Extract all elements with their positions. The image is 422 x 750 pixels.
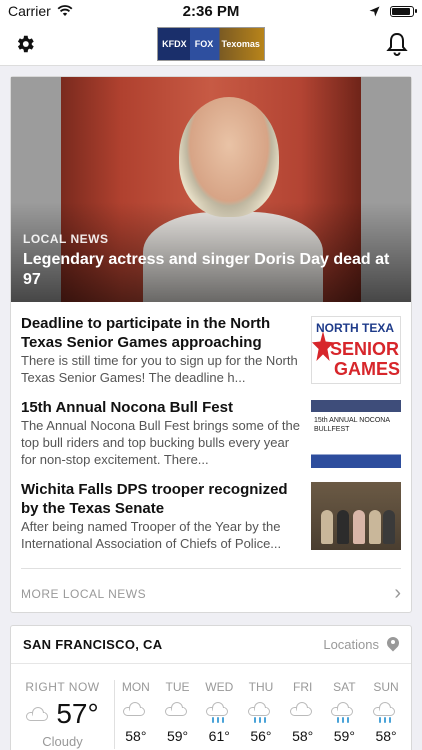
- status-bar: Carrier 2:36 PM: [0, 0, 422, 22]
- local-news-card: LOCAL NEWS Legendary actress and singer …: [10, 76, 412, 613]
- forecast-day: TUE 59°: [158, 680, 198, 749]
- station-logo[interactable]: KFDX FOX Texomas: [157, 26, 265, 61]
- gear-icon[interactable]: [14, 33, 36, 55]
- more-local-news-label: MORE LOCAL NEWS: [21, 586, 147, 601]
- wifi-icon: [57, 5, 73, 16]
- story-thumbnail: 15th ANNUAL NOCONA BULLFEST: [311, 400, 401, 468]
- day-temp: 59°: [166, 728, 189, 744]
- locations-button[interactable]: Locations: [323, 637, 399, 653]
- thumb-text: 15th ANNUAL NOCONA BULLFEST: [314, 417, 390, 433]
- rain-icon: [373, 702, 399, 723]
- locations-label: Locations: [323, 637, 379, 652]
- rain-icon: [206, 702, 232, 723]
- chevron-right-icon: ›: [394, 582, 401, 604]
- location-arrow-icon: [369, 6, 380, 16]
- thumb-text: NORTH TEXA: [316, 321, 394, 335]
- story-title: 15th Annual Nocona Bull Fest: [21, 399, 233, 416]
- forecast-day: SAT 59°: [324, 680, 364, 749]
- day-name: TUE: [165, 680, 190, 694]
- day-temp: 58°: [292, 728, 314, 744]
- story-item[interactable]: 15th Annual Nocona Bull Fest The Annual …: [11, 398, 411, 468]
- cloud-icon: [164, 702, 189, 716]
- story-thumbnail: [311, 482, 401, 550]
- main-content: LOCAL NEWS Legendary actress and singer …: [0, 66, 422, 750]
- day-name: THU: [248, 680, 274, 694]
- day-temp: 59°: [333, 728, 355, 744]
- battery-icon: [390, 5, 417, 17]
- day-temp: 58°: [375, 728, 397, 744]
- story-title: Wichita Falls DPS trooper recognized by …: [21, 481, 288, 517]
- forecast-day: FRI 58°: [283, 680, 323, 749]
- day-name: SUN: [373, 680, 399, 694]
- logo-part: FOX: [194, 38, 214, 49]
- forecast-day: WED 61°: [199, 680, 239, 749]
- forecast-day: THU 56°: [241, 680, 281, 749]
- story-item[interactable]: Deadline to participate in the North Tex…: [11, 314, 411, 386]
- day-name: SAT: [333, 680, 356, 694]
- story-item[interactable]: Wichita Falls DPS trooper recognized by …: [11, 480, 411, 552]
- cloud-icon: [122, 702, 147, 716]
- thumb-text: GAMES: [334, 359, 401, 379]
- forecast: MON 58° TUE 59° WED 61° THU 56° FRI 58° …: [115, 680, 407, 749]
- story-summary: There is still time for you to sign up f…: [21, 353, 298, 385]
- current-weather: RIGHT NOW 57° Cloudy: [15, 680, 115, 749]
- status-time: 2:36 PM: [182, 2, 240, 20]
- story-thumbnail: NORTH TEXA SENIOR GAMES: [311, 316, 401, 384]
- bell-icon[interactable]: [386, 32, 408, 56]
- rain-icon: [331, 702, 357, 723]
- thumb-text: SENIOR: [330, 339, 400, 359]
- more-local-news-link[interactable]: MORE LOCAL NEWS ›: [21, 568, 401, 618]
- story-summary: The Annual Nocona Bull Fest brings some …: [21, 418, 300, 467]
- day-name: WED: [205, 680, 234, 694]
- cloud-icon: [289, 702, 314, 716]
- forecast-day: MON 58°: [116, 680, 156, 749]
- hero-category: LOCAL NEWS: [23, 232, 109, 246]
- carrier-label: Carrier: [8, 3, 51, 19]
- weather-city: SAN FRANCISCO, CA: [23, 637, 163, 652]
- cloud-icon: [26, 707, 50, 721]
- weather-card: SAN FRANCISCO, CA Locations RIGHT NOW 57…: [10, 625, 412, 750]
- day-name: FRI: [292, 680, 313, 694]
- story-title: Deadline to participate in the North Tex…: [21, 315, 271, 351]
- forecast-day: SUN 58°: [366, 680, 406, 749]
- nav-bar: KFDX FOX Texomas: [0, 22, 422, 66]
- now-label: RIGHT NOW: [25, 680, 100, 694]
- rain-icon: [247, 702, 274, 723]
- location-pin-icon: [387, 637, 399, 653]
- current-condition: Cloudy: [42, 734, 83, 749]
- hero-story[interactable]: LOCAL NEWS Legendary actress and singer …: [11, 77, 411, 302]
- current-temp: 57°: [56, 698, 99, 729]
- day-name: MON: [121, 680, 150, 694]
- day-temp: 61°: [208, 728, 230, 744]
- logo-part: Texomas: [221, 38, 260, 49]
- story-summary: After being named Trooper of the Year by…: [21, 519, 282, 551]
- hero-title: Legendary actress and singer Doris Day d…: [23, 251, 390, 288]
- day-temp: 58°: [125, 728, 147, 744]
- day-temp: 56°: [250, 728, 272, 744]
- logo-part: KFDX: [162, 38, 187, 49]
